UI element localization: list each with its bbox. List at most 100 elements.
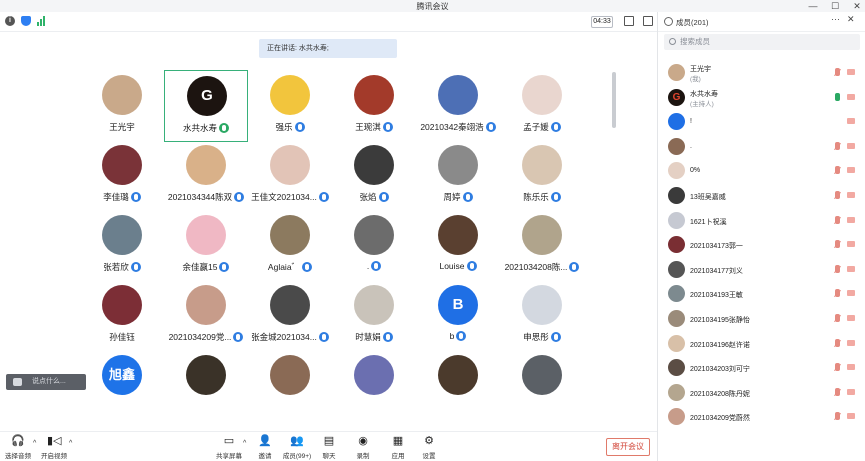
participant-tile[interactable]: 王佳文2021034... [248,140,332,212]
mic-muted-icon[interactable] [835,264,840,273]
camera-off-icon[interactable] [847,339,855,346]
video-options-chevron-icon[interactable]: ^ [69,440,72,447]
minimize-icon[interactable]: — [806,0,820,12]
signal-icon[interactable] [37,16,47,26]
close-icon[interactable]: ✕ [850,0,864,12]
fullscreen-icon[interactable] [624,16,634,26]
camera-off-icon[interactable] [847,290,855,297]
member-row[interactable]: 0% [658,159,865,183]
member-row[interactable]: 2021034196赵许诺 [658,332,865,356]
participant-tile[interactable]: 余佳赢15 [164,210,248,282]
member-row[interactable]: 王光宇 (我) [658,61,865,85]
camera-off-icon[interactable] [847,93,855,100]
chat-button[interactable]: ▤ 聊天 [311,435,347,460]
participant-tile[interactable]: 周婷 [416,140,500,212]
participant-tile[interactable] [332,350,416,422]
member-row[interactable]: 2021034203刘可宁 [658,356,865,380]
participant-tile[interactable] [248,350,332,422]
settings-button[interactable]: ⚙ 设置 [411,435,447,460]
camera-off-icon[interactable] [847,167,855,174]
participant-tile[interactable]: 王琬淇 [332,70,416,142]
participant-tile[interactable]: 2021034208陈... [500,210,584,282]
camera-off-icon[interactable] [847,315,855,321]
participant-tile[interactable]: 张金城2021034... [248,280,332,352]
maximize-icon[interactable]: ☐ [828,0,842,12]
chat-input[interactable]: 说点什么... [6,374,86,390]
mic-muted-icon[interactable] [835,215,840,224]
camera-off-icon[interactable] [847,69,855,75]
participant-tile[interactable]: 申思彤 [500,280,584,352]
participant-tile[interactable]: 2021034344陈双 [164,140,248,212]
participant-tile[interactable]: . [332,210,416,282]
member-row[interactable]: G 水共水寿 (主持人) [658,86,865,110]
camera-off-icon[interactable] [847,388,855,395]
member-row[interactable]: 1621卜祝溪 [658,209,865,233]
participant-tile[interactable]: 时慧娟 [332,280,416,352]
member-row[interactable]: 2021034208陈丹妮 [658,381,865,405]
camera-off-icon[interactable] [847,192,855,198]
participant-tile[interactable] [416,350,500,422]
share-screen-button[interactable]: ▭ 共享屏幕 [211,435,247,460]
member-row[interactable]: 2021034209党蔚然 [658,405,865,429]
member-row[interactable]: . [658,135,865,159]
mic-muted-icon[interactable] [835,141,840,150]
camera-off-icon[interactable] [847,364,855,371]
participant-tile[interactable]: 旭鑫 [80,350,164,422]
invite-button[interactable]: 👤 邀请 [247,435,283,460]
record-button[interactable]: ◉ 录制 [345,435,381,460]
camera-off-icon[interactable] [847,216,855,223]
shield-icon[interactable] [21,16,31,26]
participant-tile[interactable] [164,350,248,422]
mic-muted-icon[interactable] [835,363,840,372]
close-panel-icon[interactable]: ✕ [847,14,855,25]
video-button[interactable]: ▮◁ 开启视频 [36,435,72,460]
participant-tile[interactable]: 20210342秦翊浩 [416,70,500,142]
mic-muted-icon[interactable] [835,289,840,298]
mic-muted-icon[interactable] [835,166,840,175]
camera-off-icon[interactable] [847,118,855,125]
participant-tile[interactable]: 强乐 [248,70,332,142]
member-row[interactable]: 2021034173郭一 [658,233,865,257]
grid-scrollbar[interactable] [612,72,616,128]
leave-meeting-button[interactable]: 离开会议 [606,438,650,456]
participant-tile[interactable]: 张若欣 [80,210,164,282]
camera-off-icon[interactable] [847,241,855,248]
member-search-input[interactable]: 搜索成员 [664,34,860,50]
member-row[interactable]: 2021034193王敏 [658,282,865,306]
participant-tile[interactable]: 李佳璐 [80,140,164,212]
layout-icon[interactable] [643,16,653,26]
mic-muted-icon[interactable] [835,240,840,249]
mic-muted-icon[interactable] [835,191,840,199]
info-icon[interactable]: i [5,16,15,26]
participant-name: 张金城2021034... [248,331,332,343]
participant-tile[interactable]: 孟子媛 [500,70,584,142]
participant-tile[interactable]: Louise [416,210,500,282]
mic-muted-icon[interactable] [835,68,840,76]
participant-tile[interactable]: Bb [416,280,500,352]
mic-muted-icon[interactable] [835,412,840,421]
participant-tile[interactable]: 陈乐乐 [500,140,584,212]
member-row[interactable]: 2021034177刘义 [658,258,865,282]
mic-muted-icon[interactable] [835,338,840,347]
participant-tile[interactable]: 孙佳钰 [80,280,164,352]
camera-off-icon[interactable] [847,413,855,420]
mic-muted-icon[interactable] [835,387,840,396]
more-options-icon[interactable]: ··· [831,14,840,24]
mic-on-icon[interactable] [835,92,840,101]
participant-tile[interactable]: Aglaia゛ [248,210,332,282]
participant-tile[interactable]: 王光宇 [80,70,164,142]
mic-muted-icon[interactable] [835,314,840,322]
camera-off-icon[interactable] [847,142,855,149]
member-row[interactable]: 13班吴嘉威 [658,184,865,208]
camera-off-icon[interactable] [847,265,855,272]
participant-tile[interactable]: G 水共水寿 [164,70,248,142]
mic-status-icon [318,332,329,342]
share-options-chevron-icon[interactable]: ^ [243,440,246,447]
participant-tile[interactable]: 2021034209党... [164,280,248,352]
members-button[interactable]: 👥 成员(99+) [279,435,315,460]
participant-tile[interactable]: 张焰 [332,140,416,212]
audio-button[interactable]: 🎧 选择音频 [0,435,36,460]
member-row[interactable]: ! [658,110,865,134]
member-row[interactable]: 2021034195张静怡 [658,307,865,331]
participant-tile[interactable] [500,350,584,422]
